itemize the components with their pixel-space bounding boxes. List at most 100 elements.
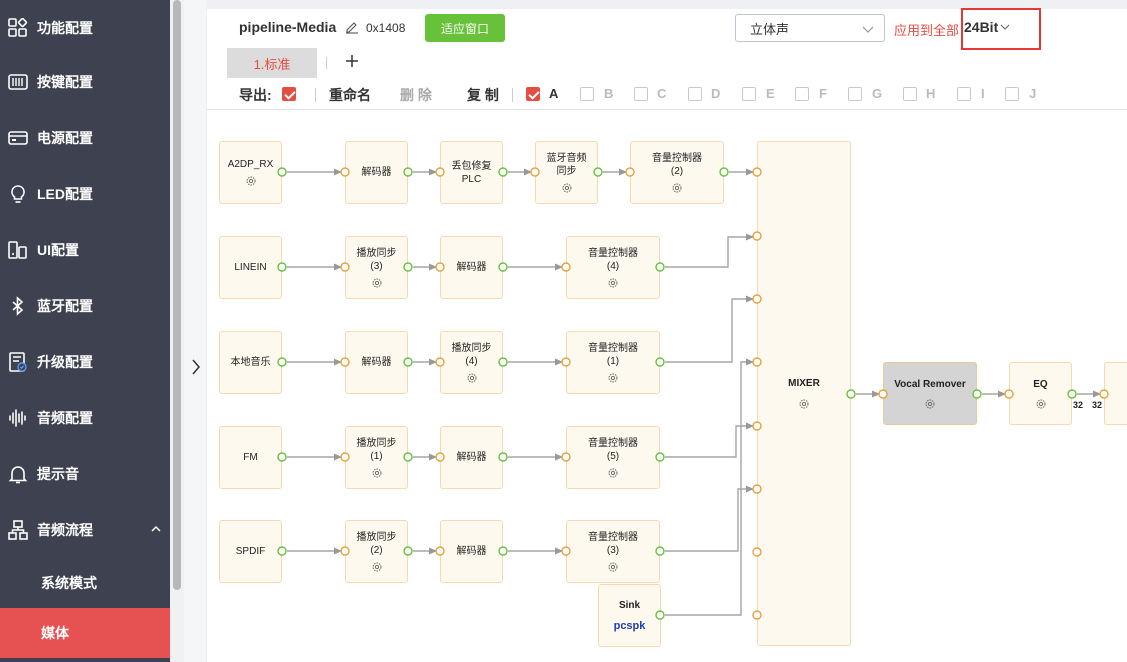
gear-icon[interactable]	[245, 175, 257, 187]
gear-icon[interactable]	[1035, 398, 1047, 410]
decoder-node[interactable]: 解码器	[440, 236, 503, 299]
preset-checkbox-j[interactable]	[1005, 87, 1019, 101]
keyboard-icon	[7, 71, 29, 93]
export-label: 导出:	[239, 87, 272, 103]
preset-label-j: J	[1029, 86, 1037, 101]
bt-audio-sync-node[interactable]: 蓝牙音频 同步	[535, 141, 598, 204]
preset-checkbox-a[interactable]	[526, 87, 540, 101]
volume-node-4[interactable]: 音量控制器 (4)	[566, 236, 660, 299]
preset-checkbox-e[interactable]	[742, 87, 756, 101]
delete-button[interactable]: 删 除	[400, 85, 432, 105]
sidebar-item-label: 提示音	[37, 466, 79, 482]
waveform-icon	[7, 407, 29, 429]
fit-window-button[interactable]: 适应窗口	[425, 14, 505, 42]
grid-icon	[7, 17, 29, 39]
gear-icon[interactable]	[371, 277, 383, 289]
sidebar-item-label: 电源配置	[37, 130, 93, 146]
gear-icon[interactable]	[607, 277, 619, 289]
apply-to-all-link[interactable]: 应用到全部	[894, 20, 959, 39]
source-node-linein[interactable]: LINEIN	[219, 236, 282, 299]
sidebar-item-function[interactable]: 功能配置	[0, 0, 170, 56]
sidebar-subitem-system-mode[interactable]: 系统模式	[0, 558, 170, 608]
play-sync-node-4[interactable]: 播放同步 (4)	[440, 331, 503, 394]
chevron-down-icon	[862, 23, 874, 38]
decoder-node[interactable]: 解码器	[440, 520, 503, 583]
volume-node-1[interactable]: 音量控制器 (1)	[566, 331, 660, 394]
sink-value: pcspk	[613, 619, 646, 632]
sidebar-item-label: 音频流程	[37, 522, 93, 538]
sidebar-item-power[interactable]: 电源配置	[0, 110, 170, 166]
battery-icon	[7, 127, 29, 149]
bulb-icon	[7, 183, 29, 205]
mixer-node[interactable]: MIXER	[757, 141, 851, 646]
sidebar-subitem-media[interactable]: 媒体	[0, 608, 170, 658]
preset-checkbox-h[interactable]	[903, 87, 917, 101]
preset-label-a: A	[549, 86, 559, 101]
chevron-right-icon[interactable]	[190, 357, 202, 377]
upgrade-icon	[7, 351, 29, 373]
source-node-a2dp-rx[interactable]: A2DP_RX	[219, 141, 282, 204]
sidebar-item-audio[interactable]: 音频配置	[0, 390, 170, 446]
preset-checkbox-b[interactable]	[580, 87, 594, 101]
gear-icon[interactable]	[371, 561, 383, 573]
play-sync-node-2[interactable]: 播放同步 (2)	[345, 520, 408, 583]
volume-node-3[interactable]: 音量控制器 (3)	[566, 520, 660, 583]
tab-divider	[326, 57, 327, 69]
preset-checkbox-f[interactable]	[795, 87, 809, 101]
bell-icon	[7, 463, 29, 485]
sidebar: 功能配置 按键配置 电源配置 LED配置 UI配置 蓝牙配置 升级配置 音频配置…	[0, 0, 170, 662]
gear-icon[interactable]	[607, 372, 619, 384]
sidebar-item-label: LED配置	[37, 186, 93, 202]
channel-select[interactable]: 立体声	[735, 14, 885, 42]
volume-node-5[interactable]: 音量控制器 (5)	[566, 426, 660, 489]
preset-label-d: D	[711, 86, 721, 101]
source-node-spdif[interactable]: SPDIF	[219, 520, 282, 583]
sidebar-item-keys[interactable]: 按键配置	[0, 54, 170, 110]
gear-icon[interactable]	[671, 182, 683, 194]
rename-button[interactable]: 重命名	[329, 85, 371, 105]
preset-label-f: F	[819, 86, 827, 101]
preset-checkbox-d[interactable]	[688, 87, 702, 101]
tab-standard[interactable]: 1.标准	[227, 48, 317, 78]
decoder-node[interactable]: 解码器	[440, 426, 503, 489]
sidebar-item-label: 升级配置	[37, 354, 93, 370]
preset-checkbox-i[interactable]	[957, 87, 971, 101]
next-node[interactable]	[1104, 362, 1127, 425]
gear-icon[interactable]	[561, 182, 573, 194]
sidebar-scrollbar[interactable]	[173, 0, 181, 590]
gear-icon[interactable]	[607, 561, 619, 573]
sink-node[interactable]: Sink pcspk	[598, 584, 661, 647]
sidebar-item-prompt-tone[interactable]: 提示音	[0, 446, 170, 502]
highlight-box	[961, 8, 1041, 50]
play-sync-node-3[interactable]: 播放同步 (3)	[345, 236, 408, 299]
gear-icon[interactable]	[924, 398, 936, 410]
preset-label-e: E	[766, 86, 775, 101]
gear-icon[interactable]	[371, 467, 383, 479]
sidebar-item-bluetooth[interactable]: 蓝牙配置	[0, 278, 170, 334]
preset-checkbox-c[interactable]	[634, 87, 648, 101]
source-node-fm[interactable]: FM	[219, 426, 282, 489]
gear-icon[interactable]	[607, 467, 619, 479]
copy-button[interactable]: 复 制	[467, 85, 499, 105]
gear-icon[interactable]	[798, 398, 810, 410]
source-node-local-music[interactable]: 本地音乐	[219, 331, 282, 394]
sidebar-item-audio-flow[interactable]: 音频流程	[0, 502, 170, 558]
collapse-gutter	[184, 0, 206, 662]
play-sync-node-1[interactable]: 播放同步 (1)	[345, 426, 408, 489]
preset-label-c: C	[657, 86, 667, 101]
eq-node[interactable]: EQ	[1009, 362, 1072, 425]
add-tab-icon[interactable]	[344, 53, 360, 69]
sidebar-item-upgrade[interactable]: 升级配置	[0, 334, 170, 390]
vocal-remover-node[interactable]: Vocal Remover	[883, 362, 977, 425]
sidebar-item-ui[interactable]: UI配置	[0, 222, 170, 278]
edit-icon[interactable]	[345, 20, 359, 34]
gear-icon[interactable]	[466, 372, 478, 384]
sidebar-item-led[interactable]: LED配置	[0, 166, 170, 222]
preset-checkbox-g[interactable]	[848, 87, 862, 101]
preset-label-i: I	[981, 86, 985, 101]
decoder-node[interactable]: 解码器	[345, 141, 408, 204]
export-checkbox[interactable]	[282, 87, 296, 101]
decoder-node[interactable]: 解码器	[345, 331, 408, 394]
plc-node[interactable]: 丢包修复 PLC	[440, 141, 503, 204]
volume-node-2[interactable]: 音量控制器 (2)	[630, 141, 724, 204]
